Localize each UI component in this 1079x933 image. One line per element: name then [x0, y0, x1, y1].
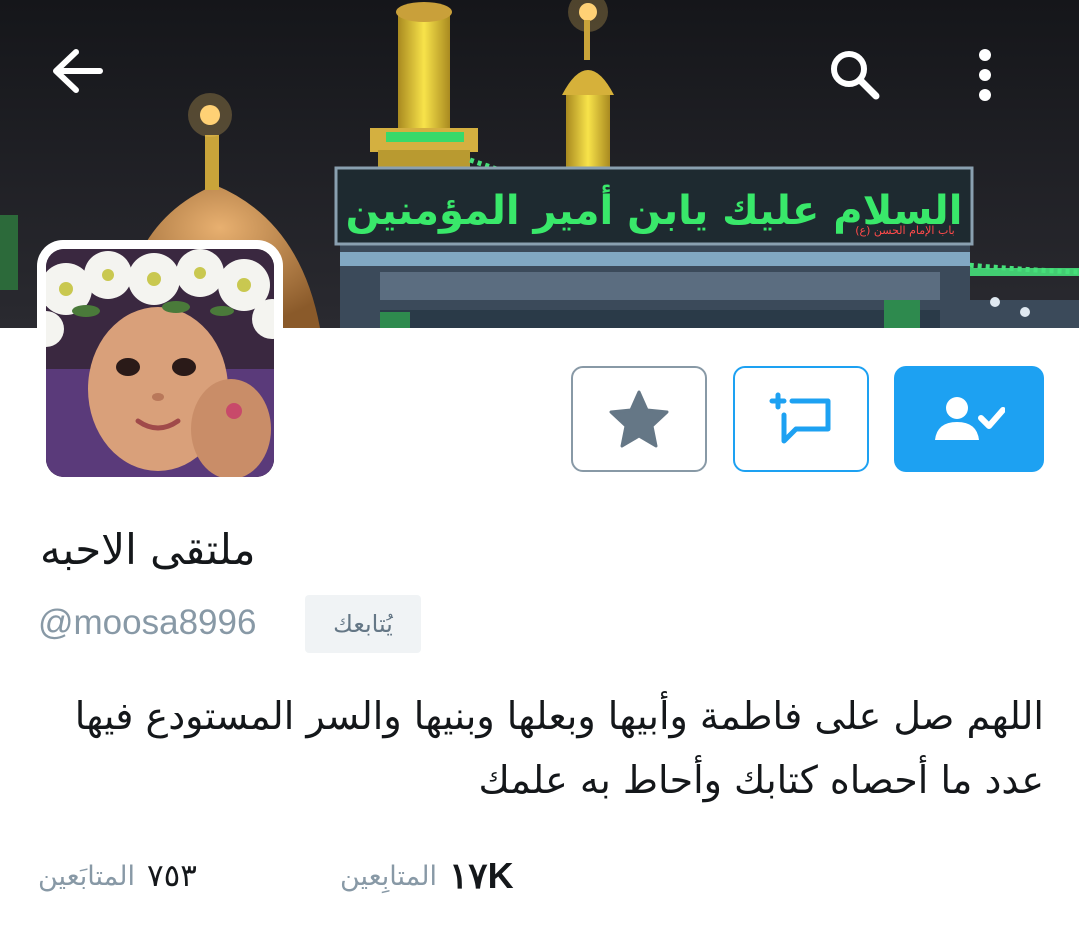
favorite-button[interactable] — [571, 366, 707, 472]
search-icon — [831, 51, 880, 100]
user-check-icon — [935, 397, 1005, 440]
search-button[interactable] — [828, 48, 898, 118]
profile-avatar[interactable] — [37, 240, 283, 486]
avatar-photo — [46, 249, 274, 477]
profile-name: ملتقى الاحبه — [40, 525, 256, 574]
back-button[interactable] — [50, 48, 120, 118]
star-icon — [609, 390, 669, 448]
following-label: المتابَعين — [38, 860, 135, 892]
avatar-image — [46, 249, 274, 477]
direct-message-button[interactable] — [733, 366, 869, 472]
follows-you-badge: يُتابعك — [305, 595, 421, 653]
following-stat[interactable]: ٧٥٣ المتابَعين — [38, 848, 197, 904]
profile-handle: @moosa8996 — [38, 603, 257, 642]
followers-count: ١٧K — [448, 855, 514, 896]
arrow-left-icon — [53, 49, 103, 93]
followers-stat[interactable]: ١٧K المتابِعين — [340, 848, 514, 904]
new-message-icon — [769, 392, 831, 444]
following-button[interactable] — [894, 366, 1044, 472]
followers-label: المتابِعين — [340, 860, 437, 892]
profile-bio: اللهم صل على فاطمة وأبيها وبعلها وبنيها … — [74, 694, 1044, 802]
following-count: ٧٥٣ — [146, 858, 197, 894]
more-vertical-icon — [979, 49, 991, 101]
banner-small-text: باب الإمام الحسن (ع) — [855, 224, 954, 237]
more-options-button[interactable] — [978, 48, 1048, 118]
